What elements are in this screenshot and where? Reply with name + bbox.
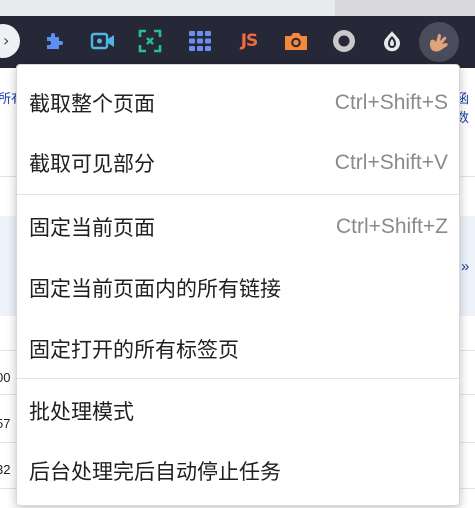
profile-avatar[interactable] — [419, 22, 459, 62]
back-button[interactable]: › — [0, 24, 20, 58]
menu-item-capture-visible[interactable]: 截取可见部分 Ctrl+Shift+V — [17, 133, 459, 193]
menu-item-label: 固定打开的所有标签页 — [29, 338, 239, 362]
window-top-strip — [0, 0, 475, 16]
screenshot-extension-menu: 截取整个页面 Ctrl+Shift+S 截取可见部分 Ctrl+Shift+V … — [16, 64, 460, 506]
menu-item-pin-all-links[interactable]: 固定当前页面内的所有链接 — [17, 258, 459, 318]
menu-item-label: 批处理模式 — [29, 400, 134, 424]
browser-extension-toolbar: › JS — [0, 16, 475, 68]
puzzle-icon[interactable] — [42, 28, 68, 54]
video-camera-icon[interactable] — [90, 28, 116, 54]
menu-item-pin-current-page[interactable]: 固定当前页面 Ctrl+Shift+Z — [17, 197, 459, 257]
menu-item-shortcut: Ctrl+Shift+S — [334, 91, 448, 114]
menu-separator — [17, 378, 459, 379]
hand-avatar-icon — [429, 33, 448, 52]
menu-item-capture-full-page[interactable]: 截取整个页面 Ctrl+Shift+S — [17, 73, 459, 133]
menu-separator — [17, 194, 459, 195]
menu-item-shortcut: Ctrl+Shift+Z — [335, 215, 448, 238]
menu-item-label: 固定当前页面内的所有链接 — [29, 277, 281, 301]
menu-item-shortcut: Ctrl+Shift+V — [334, 151, 448, 174]
chevron-right-icon: › — [3, 31, 10, 50]
row-number: 57 — [0, 416, 11, 431]
menu-item-label: 截取可见部分 — [29, 152, 155, 176]
window-controls-area — [335, 0, 475, 16]
menu-item-label: 固定当前页面 — [29, 216, 155, 240]
js-icon[interactable]: JS — [234, 28, 264, 54]
menu-item-label: 后台处理完后自动停止任务 — [29, 460, 281, 484]
row-number: 00 — [0, 370, 11, 385]
menu-item-pin-all-tabs[interactable]: 固定打开的所有标签页 — [17, 319, 459, 379]
menu-item-label: 截取整个页面 — [29, 92, 155, 116]
row-number: 32 — [0, 462, 11, 477]
js-label: JS — [240, 31, 259, 51]
menu-item-batch-mode[interactable]: 批处理模式 — [17, 381, 459, 441]
grid-icon[interactable] — [187, 28, 213, 54]
record-circle-icon[interactable] — [331, 28, 357, 54]
camera-icon[interactable] — [283, 28, 309, 54]
more-chevron[interactable]: » — [461, 258, 469, 275]
screenshot-scan-icon[interactable] — [137, 28, 163, 54]
onion-icon[interactable] — [379, 28, 405, 54]
menu-item-auto-stop[interactable]: 后台处理完后自动停止任务 — [17, 441, 459, 501]
